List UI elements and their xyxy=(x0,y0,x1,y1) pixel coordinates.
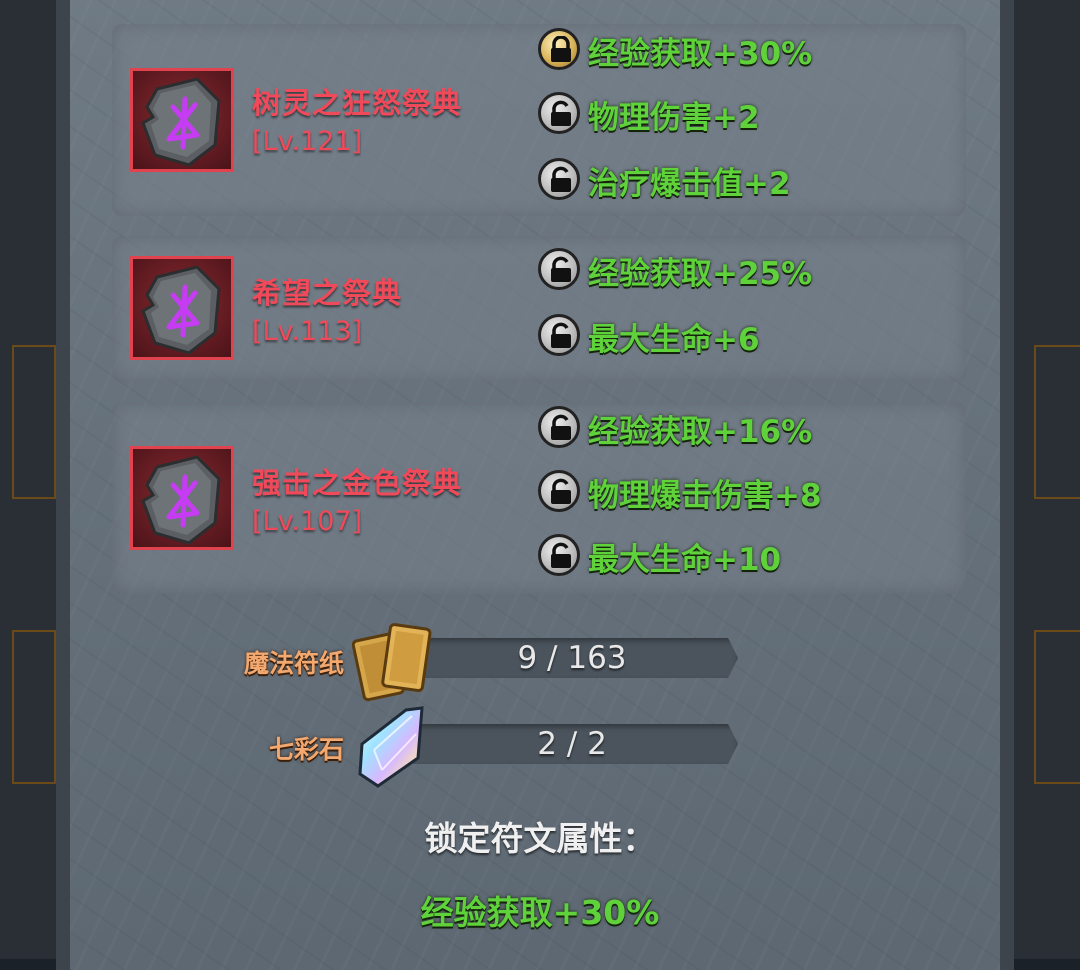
resource-label: 魔法符纸 xyxy=(243,649,344,678)
attribute-text: 治疗爆击值+2 xyxy=(588,166,791,202)
rune-card-2[interactable]: 希望之祭典 [Lv.113] 经验获取+25% 最大生命+6 xyxy=(112,236,966,382)
lock-open-icon[interactable] xyxy=(538,406,580,448)
resource-label: 七彩石 xyxy=(268,735,344,764)
rune-stone-icon xyxy=(130,68,234,172)
rune-level: [Lv.107] xyxy=(252,506,363,537)
attribute-text: 经验获取+25% xyxy=(588,256,813,292)
background-left-frame-2 xyxy=(12,630,56,784)
lock-closed-icon[interactable] xyxy=(538,28,580,70)
rune-card-3[interactable]: 强击之金色祭典 [Lv.107] 经验获取+16% 物理爆击伤害+8 最大生命+… xyxy=(112,402,966,594)
lock-open-icon[interactable] xyxy=(538,92,580,134)
rune-stone-icon xyxy=(130,446,234,550)
magic-paper-icon xyxy=(351,620,434,710)
rune-name: 强击之金色祭典 xyxy=(252,466,463,500)
background-left-frame xyxy=(12,345,56,499)
attribute-text: 经验获取+30% xyxy=(588,36,813,72)
resource-magic-paper: 魔法符纸 9 / 163 xyxy=(236,623,756,702)
rainbow-stone-icon xyxy=(352,704,432,794)
rune-name: 希望之祭典 xyxy=(252,276,403,310)
lock-open-icon[interactable] xyxy=(538,248,580,290)
lock-open-icon[interactable] xyxy=(538,534,580,576)
locked-attribute-value: 经验获取+30% xyxy=(420,893,660,932)
lock-open-icon[interactable] xyxy=(538,470,580,512)
rune-stone-icon xyxy=(130,256,234,360)
attribute-text: 最大生命+6 xyxy=(588,322,760,358)
resource-rainbow-stone: 七彩石 2 / 2 xyxy=(236,706,756,788)
rune-card-1[interactable]: 树灵之狂怒祭典 [Lv.121] 经验获取+30% 物理伤害+2 治疗爆击值+2 xyxy=(112,24,966,216)
rune-level: [Lv.121] xyxy=(252,126,363,157)
attribute-text: 最大生命+10 xyxy=(588,542,782,578)
background-right-frame-2 xyxy=(1034,630,1080,784)
attribute-text: 经验获取+16% xyxy=(588,414,813,450)
background-right-frame xyxy=(1034,345,1080,499)
rune-name: 树灵之狂怒祭典 xyxy=(252,86,463,120)
attribute-text: 物理爆击伤害+8 xyxy=(588,478,822,514)
resource-amount: 2 / 2 xyxy=(537,726,607,762)
attribute-text: 物理伤害+2 xyxy=(588,100,760,136)
rune-level: [Lv.113] xyxy=(252,316,363,347)
resource-amount: 9 / 163 xyxy=(517,640,627,676)
lock-open-icon[interactable] xyxy=(538,314,580,356)
lock-open-icon[interactable] xyxy=(538,158,580,200)
locked-attribute-title: 锁定符文属性： xyxy=(424,819,656,858)
